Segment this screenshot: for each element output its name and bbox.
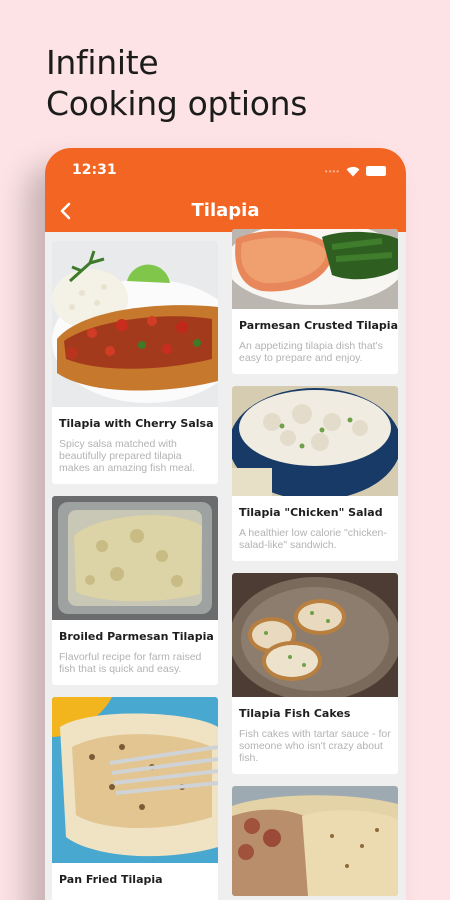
recipe-card[interactable]: Parmesan Crusted Tilapia An appetizing t… <box>232 229 398 374</box>
recipe-card[interactable]: Pan Fried Tilapia <box>52 697 218 900</box>
recipe-image <box>52 241 218 407</box>
recipe-image <box>52 697 218 863</box>
recipe-card[interactable]: Tilapia "Chicken" Salad A healthier low … <box>232 386 398 561</box>
recipe-card[interactable]: Broiled Parmesan Tilapia Flavorful recip… <box>52 496 218 685</box>
wifi-icon <box>346 166 360 176</box>
recipe-card[interactable] <box>232 786 398 896</box>
promo-line-1: Infinite <box>46 43 159 82</box>
recipe-title: Pan Fried Tilapia <box>59 873 163 886</box>
recipe-description: Fish cakes with tartar sauce - for someo… <box>239 728 391 764</box>
recipe-image <box>232 229 398 309</box>
recipe-description: An appetizing tilapia dish that's easy t… <box>239 340 383 364</box>
recipe-description <box>52 886 218 900</box>
page-title: Tilapia <box>191 200 260 221</box>
app-bar: 12:31 •••• Tilapia <box>45 148 406 232</box>
recipe-title: Tilapia "Chicken" Salad <box>239 506 383 519</box>
recipe-image <box>232 786 398 896</box>
recipe-image <box>232 386 398 496</box>
phone-screen: 12:31 •••• Tilapia Tilapia with Cherry S… <box>45 148 406 900</box>
recipe-description: Flavorful recipe for farm raised fish th… <box>59 651 202 675</box>
recipe-description: Spicy salsa matched with beautifully pre… <box>59 438 195 474</box>
recipe-image <box>52 496 218 620</box>
promo-line-2: Cooking options <box>46 84 308 123</box>
recipe-image <box>232 573 398 697</box>
signal-icon: •••• <box>324 166 340 176</box>
recipe-title: Tilapia with Cherry Salsa <box>59 417 214 430</box>
status-icons: •••• <box>325 164 386 178</box>
promo-headline: Infinite Cooking options <box>46 42 307 124</box>
battery-icon <box>366 166 386 176</box>
recipe-card[interactable]: Tilapia Fish Cakes Fish cakes with tarta… <box>232 573 398 774</box>
recipe-column-right: Parmesan Crusted Tilapia An appetizing t… <box>232 229 398 900</box>
recipe-title: Parmesan Crusted Tilapia <box>239 319 398 332</box>
recipe-description: A healthier low calorie "chicken-salad-l… <box>239 527 387 551</box>
status-time: 12:31 <box>72 162 117 178</box>
recipe-column-left: Tilapia with Cherry Salsa Spicy salsa ma… <box>52 241 218 900</box>
recipe-card[interactable]: Tilapia with Cherry Salsa Spicy salsa ma… <box>52 241 218 484</box>
recipe-title: Tilapia Fish Cakes <box>239 707 351 720</box>
recipe-title: Broiled Parmesan Tilapia <box>59 630 214 643</box>
